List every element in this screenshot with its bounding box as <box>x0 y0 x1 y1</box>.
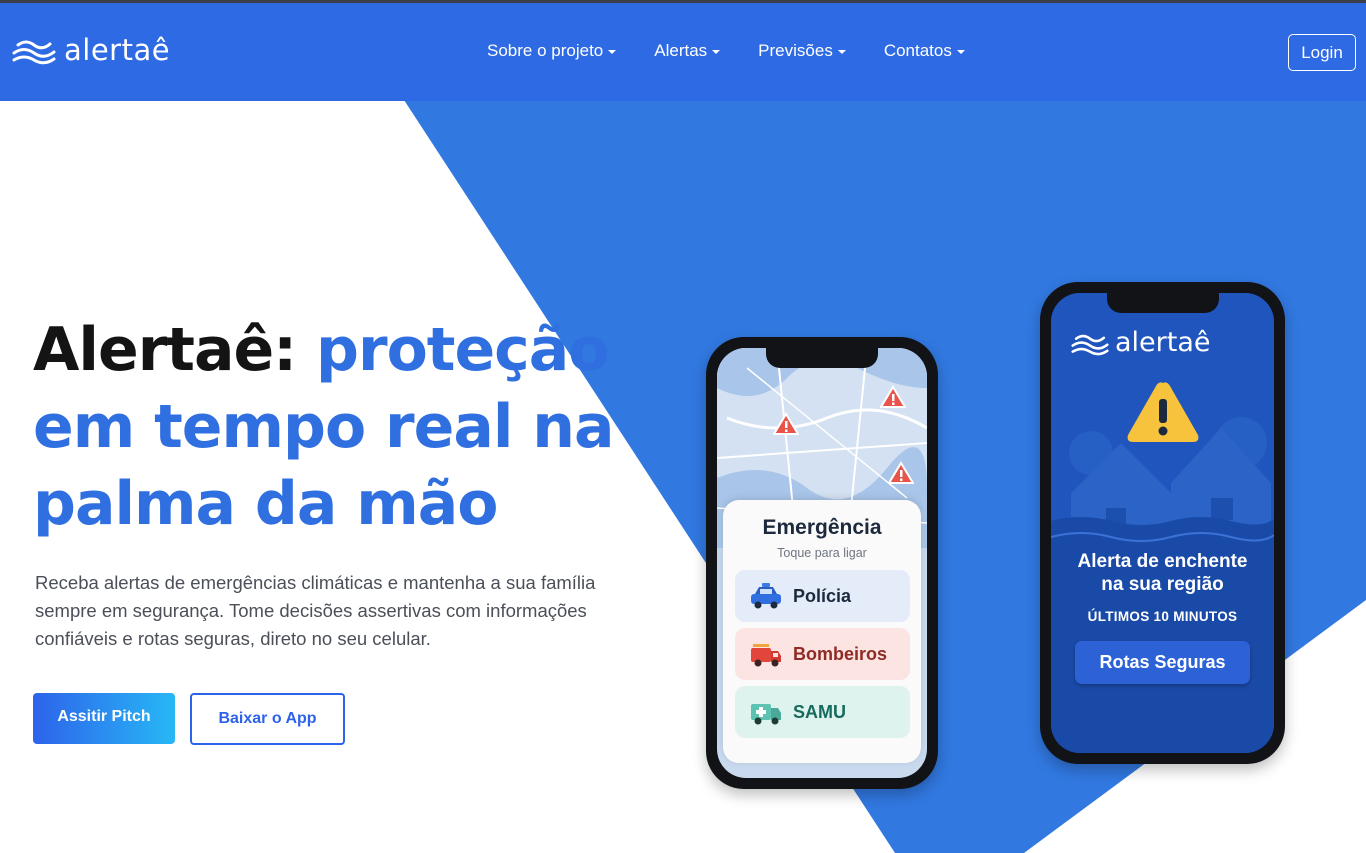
caret-down-icon <box>956 50 965 54</box>
alert-title: Alerta de enchente na sua região <box>1051 550 1274 596</box>
watch-pitch-button[interactable]: Assitir Pitch <box>33 693 175 744</box>
waves-icon <box>1071 334 1109 355</box>
navbar: alertaê Sobre o projeto Alertas Previsõe… <box>0 3 1366 101</box>
phone-notch <box>766 348 878 368</box>
menu-alertas[interactable]: Alertas <box>654 41 721 61</box>
alert-brand-logo: alertaê <box>1071 327 1211 358</box>
menu-previsoes[interactable]: Previsões <box>758 41 846 61</box>
waves-icon <box>12 40 56 65</box>
phone-alert-mockup: alertaê Alerta de enchente na sua região… <box>1040 282 1285 764</box>
samu-label: SAMU <box>793 701 846 722</box>
safe-routes-button[interactable]: Rotas Seguras <box>1075 641 1250 684</box>
phone-screen: alertaê Alerta de enchente na sua região… <box>1051 293 1274 753</box>
emergency-title: Emergência <box>762 516 882 539</box>
brand-name: alertaê <box>64 33 171 67</box>
phone-notch <box>1106 293 1219 313</box>
hero-description: Receba alertas de emergências climáticas… <box>35 572 596 649</box>
police-label: Polícia <box>793 585 852 606</box>
alert-subtitle: ÚLTIMOS 10 MINUTOS <box>1087 609 1238 624</box>
main-menu: Sobre o projeto Alertas Previsões Contat… <box>487 41 965 61</box>
flood-illustration <box>1051 293 1274 753</box>
phone-emergency-mockup: Emergência Toque para ligar Polícia Bomb… <box>706 337 938 789</box>
menu-contatos[interactable]: Contatos <box>884 41 965 61</box>
fire-truck-icon <box>751 644 781 667</box>
ambulance-icon <box>751 704 781 725</box>
download-app-button[interactable]: Baixar o App <box>190 693 345 745</box>
caret-down-icon <box>608 50 617 54</box>
call-firefighters-button[interactable]: Bombeiros <box>735 628 910 680</box>
menu-label: Previsões <box>758 41 833 60</box>
phone-screen: Emergência Toque para ligar Polícia Bomb… <box>717 348 927 778</box>
police-car-icon <box>751 583 781 609</box>
menu-label: Contatos <box>883 41 952 60</box>
alert-brand-name: alertaê <box>1115 327 1211 358</box>
call-samu-button[interactable]: SAMU <box>735 686 910 738</box>
hero-title: Alertaê: proteção em tempo real na palma… <box>33 312 673 543</box>
hero-title-prefix: Alertaê: <box>33 315 317 385</box>
caret-down-icon <box>837 50 846 54</box>
firefighters-label: Bombeiros <box>793 643 888 664</box>
call-police-button[interactable]: Polícia <box>735 570 910 622</box>
warning-pin-icon <box>888 461 914 484</box>
emergency-card: Emergência Toque para ligar Polícia Bomb… <box>723 500 921 763</box>
warning-pin-icon <box>773 412 799 435</box>
warning-triangle-icon <box>1127 382 1199 442</box>
emergency-subtitle: Toque para ligar <box>777 546 867 560</box>
menu-label: Sobre o projeto <box>487 41 604 60</box>
alert-title-line1: Alerta de enchente <box>1077 551 1248 572</box>
top-border <box>0 0 1366 3</box>
alert-title-line2: na sua região <box>1101 574 1224 595</box>
menu-label: Alertas <box>654 41 708 60</box>
caret-down-icon <box>712 50 721 54</box>
brand-logo[interactable]: alertaê <box>12 33 170 67</box>
login-button[interactable]: Login <box>1288 34 1356 71</box>
menu-sobre-o-projeto[interactable]: Sobre o projeto <box>487 41 617 61</box>
landing-page: alertaê Sobre o projeto Alertas Previsõe… <box>0 0 1366 853</box>
warning-pin-icon <box>880 385 906 408</box>
